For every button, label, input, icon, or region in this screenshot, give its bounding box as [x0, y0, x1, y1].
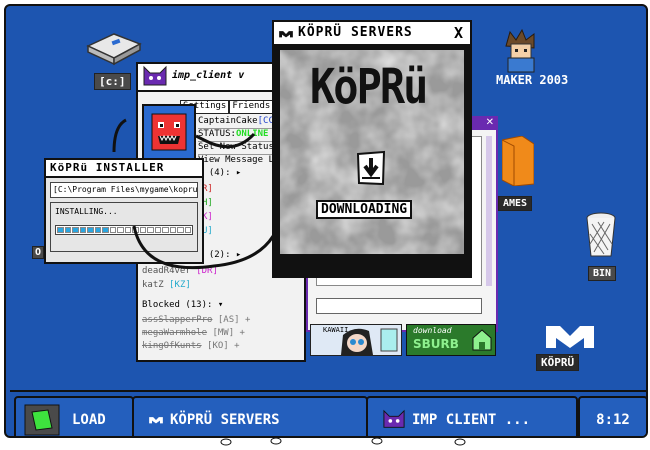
progress-segment	[64, 227, 71, 233]
blocked-list: assSlapperPro [AS] + megaWarmhole [MW] +…	[142, 314, 250, 353]
partial-icon-label: O	[32, 246, 45, 259]
games-folder-icon[interactable]	[501, 135, 535, 187]
list-item[interactable]: megaWarmhole [MW] +	[142, 327, 250, 340]
house-icon	[472, 329, 492, 351]
imp-avatar-icon	[143, 65, 167, 86]
drive-icon[interactable]	[84, 28, 144, 68]
download-status: DOWNLOADING	[316, 200, 413, 219]
kopru-servers-titlebar[interactable]: KÖPRÜ SERVERS X	[274, 22, 470, 46]
chat-input[interactable]	[316, 298, 482, 314]
maker-character-icon[interactable]	[498, 28, 544, 74]
desktop: [c:] MAKER 2003 AMES BIN KÖPRÜ O imp_cli…	[4, 4, 648, 438]
tab-friends[interactable]: Friends	[229, 100, 274, 114]
progress-segment	[87, 227, 94, 233]
kopru-logo-icon[interactable]	[542, 320, 598, 352]
download-icon	[356, 150, 386, 186]
close-icon[interactable]: ✕	[486, 117, 494, 128]
close-button[interactable]: X	[454, 24, 464, 42]
list-item[interactable]: kingOfKunts [KO] +	[142, 340, 250, 353]
progress-segment	[79, 227, 86, 233]
clock: 8:12	[578, 396, 646, 436]
progress-segment	[72, 227, 79, 233]
kawaii-ad-label: KAWAII	[323, 326, 349, 334]
taskbar: LOAD KÖPRÜ SERVERS IMP CLIENT ... 8:12	[10, 390, 646, 436]
kopru-icon-label: KÖPRÜ	[536, 354, 580, 371]
load-button[interactable]: LOAD	[14, 396, 134, 436]
imp-client-title: imp_client v	[172, 70, 245, 81]
list-item[interactable]: assSlapperPro [AS] +	[142, 314, 250, 327]
maker-icon-label: MAKER 2003	[496, 73, 569, 87]
drive-icon-label: [c:]	[94, 73, 131, 90]
taskbar-servers-label: KÖPRÜ SERVERS	[170, 412, 280, 428]
chat-scrollbar[interactable]	[486, 136, 492, 286]
sburb-ad-line1: download	[413, 326, 452, 335]
bottom-scribbles	[220, 437, 466, 446]
kopru-servers-window[interactable]: KÖPRÜ SERVERS X KöPRü DOWNLOADING	[272, 20, 472, 278]
load-icon	[24, 404, 60, 436]
kopru-servers-title: KÖPRÜ SERVERS	[298, 25, 413, 40]
games-icon-label: AMES	[498, 196, 533, 211]
bin-icon-label: BIN	[588, 266, 617, 281]
kopru-logo-text: KöPRü	[310, 58, 428, 115]
imp-small-icon	[383, 409, 405, 428]
taskbar-imp-label: IMP CLIENT ...	[412, 412, 531, 428]
progress-segment	[94, 227, 101, 233]
load-label: LOAD	[72, 412, 106, 428]
kopru-splash: KöPRü DOWNLOADING	[280, 50, 464, 254]
sburb-ad-line2: SBURB	[413, 337, 459, 351]
taskbar-kopru-servers[interactable]: KÖPRÜ SERVERS	[132, 396, 368, 436]
kawaii-ad[interactable]: KAWAII	[310, 324, 402, 356]
taskbar-imp-client[interactable]: IMP CLIENT ...	[366, 396, 578, 436]
clock-text: 8:12	[596, 412, 630, 428]
trash-bin-icon[interactable]	[584, 210, 618, 260]
progress-segment	[57, 227, 64, 233]
sburb-download-ad[interactable]: download SBURB	[406, 324, 496, 356]
kopru-small-logo-icon	[279, 31, 293, 38]
kopru-small-icon	[149, 417, 163, 424]
screen-frame: [c:] MAKER 2003 AMES BIN KÖPRÜ O imp_cli…	[0, 0, 650, 450]
blocked-header[interactable]: Blocked (13): ▾	[142, 300, 223, 310]
